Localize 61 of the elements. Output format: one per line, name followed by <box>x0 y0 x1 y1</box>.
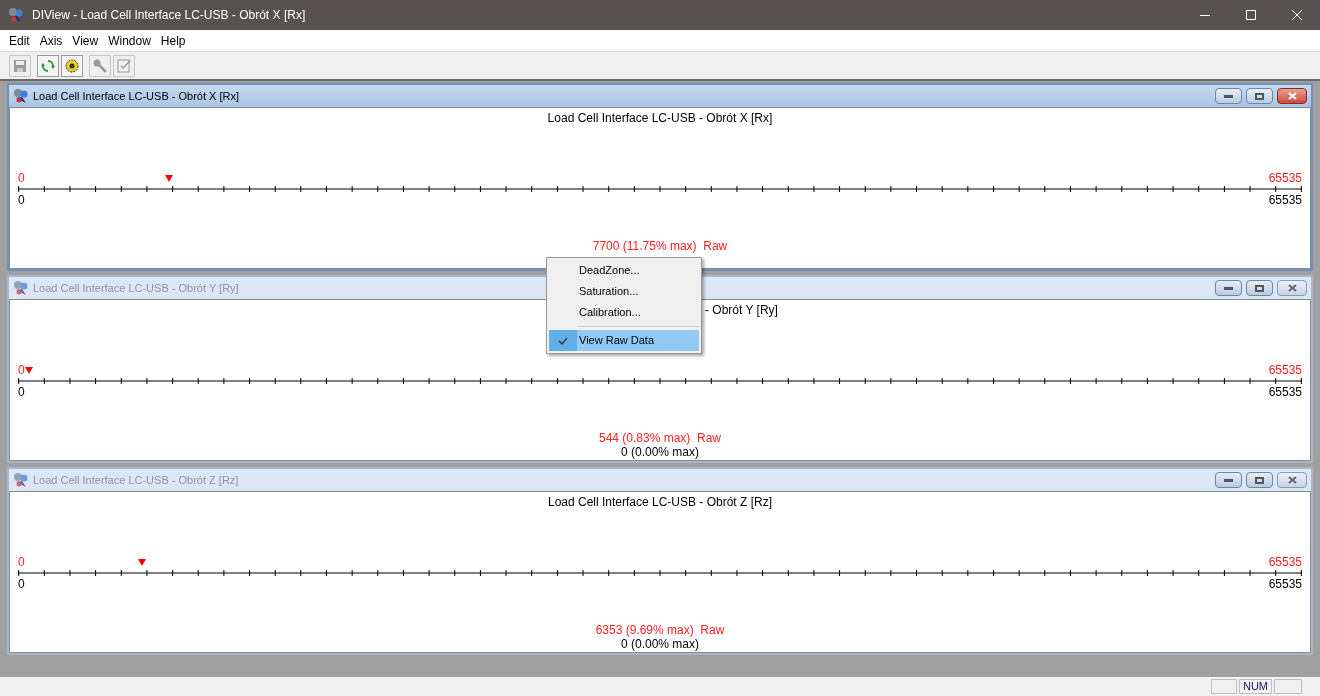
chart-title: Load Cell Interface LC-USB - Obrót X [Rx] <box>547 110 773 127</box>
menu-item[interactable]: Saturation... <box>549 281 699 302</box>
window-title: DIView - Load Cell Interface LC-USB - Obrót X [Rx] <box>32 7 306 24</box>
app-icon <box>13 280 29 296</box>
app-icon <box>13 88 29 104</box>
app-icon <box>13 472 29 488</box>
raw-max-label: 65535 <box>1268 555 1302 569</box>
raw-max-label: 65535 <box>1268 363 1302 377</box>
child-window-title: Load Cell Interface LC-USB - Obrót Y [Ry] <box>33 280 239 296</box>
menu-item[interactable]: Calibration... <box>549 302 699 323</box>
wrench-icon <box>92 57 108 74</box>
status-indicator: NUM <box>1238 679 1272 694</box>
toolbar-button[interactable] <box>61 54 83 77</box>
min-label: 0 <box>18 193 25 207</box>
child-window-title: Load Cell Interface LC-USB - Obrót X [Rx] <box>33 88 240 104</box>
raw-max-label: 65535 <box>1268 171 1302 185</box>
max-label: 65535 <box>1268 577 1302 591</box>
menu-item[interactable]: Help <box>155 31 191 50</box>
min-label: 0 <box>18 385 25 399</box>
status-pane <box>1210 679 1237 694</box>
reading-text: 0 (0.00% max) <box>621 445 699 459</box>
reading-text: 544 (0.83% max) Raw <box>598 431 722 445</box>
max-label: 65535 <box>1268 385 1302 399</box>
menu-item[interactable]: Edit <box>4 31 35 50</box>
menu-item[interactable]: View <box>67 31 104 50</box>
minimize-button[interactable] <box>1215 88 1242 104</box>
reading-text: 7700 (11.75% max) Raw <box>592 239 728 253</box>
minimize-icon <box>1200 14 1210 16</box>
raw-min-label: 0 <box>18 363 25 377</box>
child-window-title: Load Cell Interface LC-USB - Obrót Z [Rz] <box>33 472 239 488</box>
close-button[interactable] <box>1277 472 1307 488</box>
close-icon <box>1287 476 1297 484</box>
chart-title: Load Cell Interface LC-USB - Obrót Z [Rz] <box>547 494 773 511</box>
chart-title: - Obrót Y [Ry] <box>705 302 778 319</box>
checklist-icon <box>116 57 132 74</box>
close-icon <box>1287 92 1297 100</box>
restore-button[interactable] <box>1246 88 1273 104</box>
checkmark-icon <box>558 336 568 345</box>
close-icon <box>1292 10 1302 20</box>
maximize-icon <box>1246 10 1256 20</box>
close-button[interactable] <box>1277 88 1307 104</box>
refresh-icon <box>40 57 56 74</box>
reading-text: 0 (0.00% max) <box>621 637 699 651</box>
gear-icon <box>64 57 80 74</box>
app-icon <box>8 7 24 23</box>
raw-min-label: 0 <box>18 555 25 569</box>
menu-item[interactable]: View Raw Data <box>549 330 699 351</box>
close-button[interactable] <box>1277 280 1307 296</box>
minimize-button[interactable] <box>1215 472 1242 488</box>
menu-item[interactable]: Window <box>103 31 156 50</box>
status-pane <box>1274 679 1302 694</box>
close-icon <box>1287 284 1297 292</box>
max-label: 65535 <box>1268 193 1302 207</box>
restore-button[interactable] <box>1246 280 1273 296</box>
raw-min-label: 0 <box>18 171 25 185</box>
menu-item[interactable]: Axis <box>34 31 68 50</box>
minimize-button[interactable] <box>1215 280 1242 296</box>
min-label: 0 <box>18 577 25 591</box>
menu-item[interactable]: DeadZone... <box>549 260 699 281</box>
restore-button[interactable] <box>1246 472 1273 488</box>
reading-text: 6353 (9.69% max) Raw <box>595 623 725 637</box>
